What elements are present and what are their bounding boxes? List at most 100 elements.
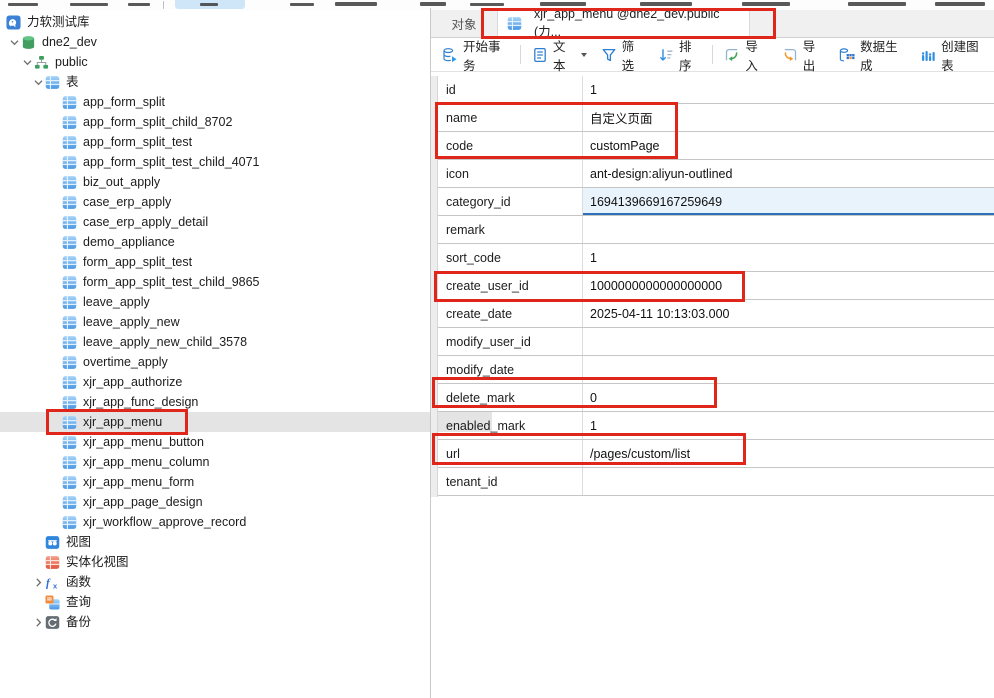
sort-button[interactable]: 排序 xyxy=(651,42,708,68)
tree-item-table-leave_apply[interactable]: leave_apply xyxy=(0,292,492,312)
tree-item-table-demo_appliance[interactable]: demo_appliance xyxy=(0,232,492,252)
expand-open-icon[interactable] xyxy=(32,76,44,88)
materialized-view-icon xyxy=(45,555,60,570)
tree-item-connection[interactable]: 力软测试库 xyxy=(0,12,436,32)
tree-item-table-leave_apply_new_child_3578[interactable]: leave_apply_new_child_3578 xyxy=(0,332,492,352)
chev-spacer xyxy=(32,536,44,548)
expand-open-icon[interactable] xyxy=(8,36,20,48)
tree-item-table-case_erp_apply[interactable]: case_erp_apply xyxy=(0,192,492,212)
field-row-modify_user_id: modify_user_id xyxy=(438,328,994,356)
expand-closed-icon[interactable] xyxy=(32,616,44,628)
tree-item-group-1[interactable]: 实体化视图 xyxy=(0,552,462,572)
field-value[interactable] xyxy=(583,328,994,355)
field-value[interactable]: customPage xyxy=(583,132,994,159)
tree-item-label: xjr_app_menu_form xyxy=(83,472,194,492)
tree-item-group-0[interactable]: 视图 xyxy=(0,532,462,552)
expand-open-icon[interactable] xyxy=(21,56,33,68)
table-icon xyxy=(62,355,77,370)
tree-item-group-2[interactable]: fx函数 xyxy=(0,572,462,592)
tree-item-table-leave_apply_new[interactable]: leave_apply_new xyxy=(0,312,492,332)
tree-item-table-xjr_app_authorize[interactable]: xjr_app_authorize xyxy=(0,372,492,392)
toolbar-separator xyxy=(712,45,713,64)
field-row-create_user_id: create_user_id1000000000000000000 xyxy=(438,272,994,300)
tree-item-table-xjr_app_menu_column[interactable]: xjr_app_menu_column xyxy=(0,452,492,472)
field-value[interactable]: 0 xyxy=(583,384,994,411)
tree-item-label: case_erp_apply_detail xyxy=(83,212,208,232)
import-label: 导入 xyxy=(745,36,767,74)
field-label: icon xyxy=(438,160,583,187)
field-label: remark xyxy=(438,216,583,243)
tree-item-schema[interactable]: public xyxy=(0,52,451,72)
field-row-category_id: category_id1694139669167259649 xyxy=(438,188,994,216)
table-icon xyxy=(62,515,77,530)
tree-item-label: demo_appliance xyxy=(83,232,175,252)
toolbar-fragment xyxy=(540,2,586,6)
field-row-tenant_id: tenant_id xyxy=(438,468,994,496)
clipped-main-toolbar xyxy=(0,0,994,10)
tree-item-table-app_form_split[interactable]: app_form_split xyxy=(0,92,492,112)
tree-item-table-xjr_app_menu_form[interactable]: xjr_app_menu_form xyxy=(0,472,492,492)
tree-item-label: xjr_workflow_approve_record xyxy=(83,512,246,532)
query-icon xyxy=(45,595,60,610)
field-value[interactable]: 1 xyxy=(583,76,994,103)
text-view-label: 文本 xyxy=(553,36,575,74)
field-row-icon: iconant-design:aliyun-outlined xyxy=(438,160,994,188)
field-value[interactable]: 自定义页面 xyxy=(583,104,994,131)
tab-bar: 对象 xjr_app_menu @dne2_dev.public (力... xyxy=(431,10,994,38)
field-value[interactable] xyxy=(583,468,994,495)
view-icon xyxy=(45,535,60,550)
filter-button[interactable]: 筛选 xyxy=(594,42,651,68)
import-arrow-icon xyxy=(724,47,740,63)
tab-objects[interactable]: 对象 xyxy=(431,10,498,37)
begin-transaction-button[interactable]: 开始事务 xyxy=(435,42,516,68)
tab-table-data[interactable]: xjr_app_menu @dne2_dev.public (力... xyxy=(498,10,750,37)
data-generation-button[interactable]: 数据生成 xyxy=(832,42,913,68)
tree-item-table-form_app_split_test[interactable]: form_app_split_test xyxy=(0,252,492,272)
tree-item-table-overtime_apply[interactable]: overtime_apply xyxy=(0,352,492,372)
tree-item-group-4[interactable]: 备份 xyxy=(0,612,462,632)
tree-item-table-xjr_app_menu_button[interactable]: xjr_app_menu_button xyxy=(0,432,492,452)
tree-item-group-3[interactable]: 查询 xyxy=(0,592,462,612)
table-icon xyxy=(62,215,77,230)
export-button[interactable]: 导出 xyxy=(775,42,832,68)
expand-closed-icon[interactable] xyxy=(32,576,44,588)
tree-item-label: 函数 xyxy=(66,572,91,592)
begin-transaction-icon xyxy=(442,47,458,63)
tree-item-table-form_app_split_test_child_9865[interactable]: form_app_split_test_child_9865 xyxy=(0,272,492,292)
toolbar-fragment xyxy=(70,3,108,6)
field-value[interactable]: 1 xyxy=(583,244,994,271)
import-button[interactable]: 导入 xyxy=(717,42,774,68)
tree-item-table-app_form_split_test[interactable]: app_form_split_test xyxy=(0,132,492,152)
tree-item-table-xjr_app_func_design[interactable]: xjr_app_func_design xyxy=(0,392,492,412)
field-label: name xyxy=(438,104,583,131)
tree-item-label: app_form_split xyxy=(83,92,165,112)
tree-item-table-biz_out_apply[interactable]: biz_out_apply xyxy=(0,172,492,192)
export-label: 导出 xyxy=(803,36,825,74)
table-icon xyxy=(62,495,77,510)
field-value[interactable]: 1694139669167259649 xyxy=(583,188,994,215)
tree-item-table-xjr_app_page_design[interactable]: xjr_app_page_design xyxy=(0,492,492,512)
text-view-button[interactable]: 文本 xyxy=(525,42,594,68)
field-row-delete_mark: delete_mark0 xyxy=(438,384,994,412)
tree-item-label: overtime_apply xyxy=(83,352,168,372)
tree-item-label: form_app_split_test_child_9865 xyxy=(83,272,260,292)
tree-item-table-xjr_workflow_approve_record[interactable]: xjr_workflow_approve_record xyxy=(0,512,492,532)
tree-item-table-app_form_split_child_8702[interactable]: app_form_split_child_8702 xyxy=(0,112,492,132)
field-value[interactable]: 2025-04-11 10:13:03.000 xyxy=(583,300,994,327)
field-value[interactable]: ant-design:aliyun-outlined xyxy=(583,160,994,187)
tree-item-database[interactable]: dne2_dev xyxy=(0,32,438,52)
table-icon xyxy=(62,335,77,350)
tree-item-table-xjr_app_menu[interactable]: xjr_app_menu xyxy=(0,412,492,432)
tree-item-tables-group[interactable]: 表 xyxy=(0,72,462,92)
tree-item-table-app_form_split_test_child_4071[interactable]: app_form_split_test_child_4071 xyxy=(0,152,492,172)
field-value[interactable]: /pages/custom/list xyxy=(583,440,994,467)
table-icon xyxy=(62,475,77,490)
create-chart-button[interactable]: 创建图表 xyxy=(913,42,994,68)
field-value[interactable]: 1000000000000000000 xyxy=(583,272,994,299)
field-value[interactable]: 1 xyxy=(583,412,994,439)
tree-item-table-case_erp_apply_detail[interactable]: case_erp_apply_detail xyxy=(0,212,492,232)
tree-item-label: case_erp_apply xyxy=(83,192,171,212)
chev-spacer xyxy=(32,556,44,568)
field-value[interactable] xyxy=(583,216,994,243)
field-value[interactable] xyxy=(583,356,994,383)
